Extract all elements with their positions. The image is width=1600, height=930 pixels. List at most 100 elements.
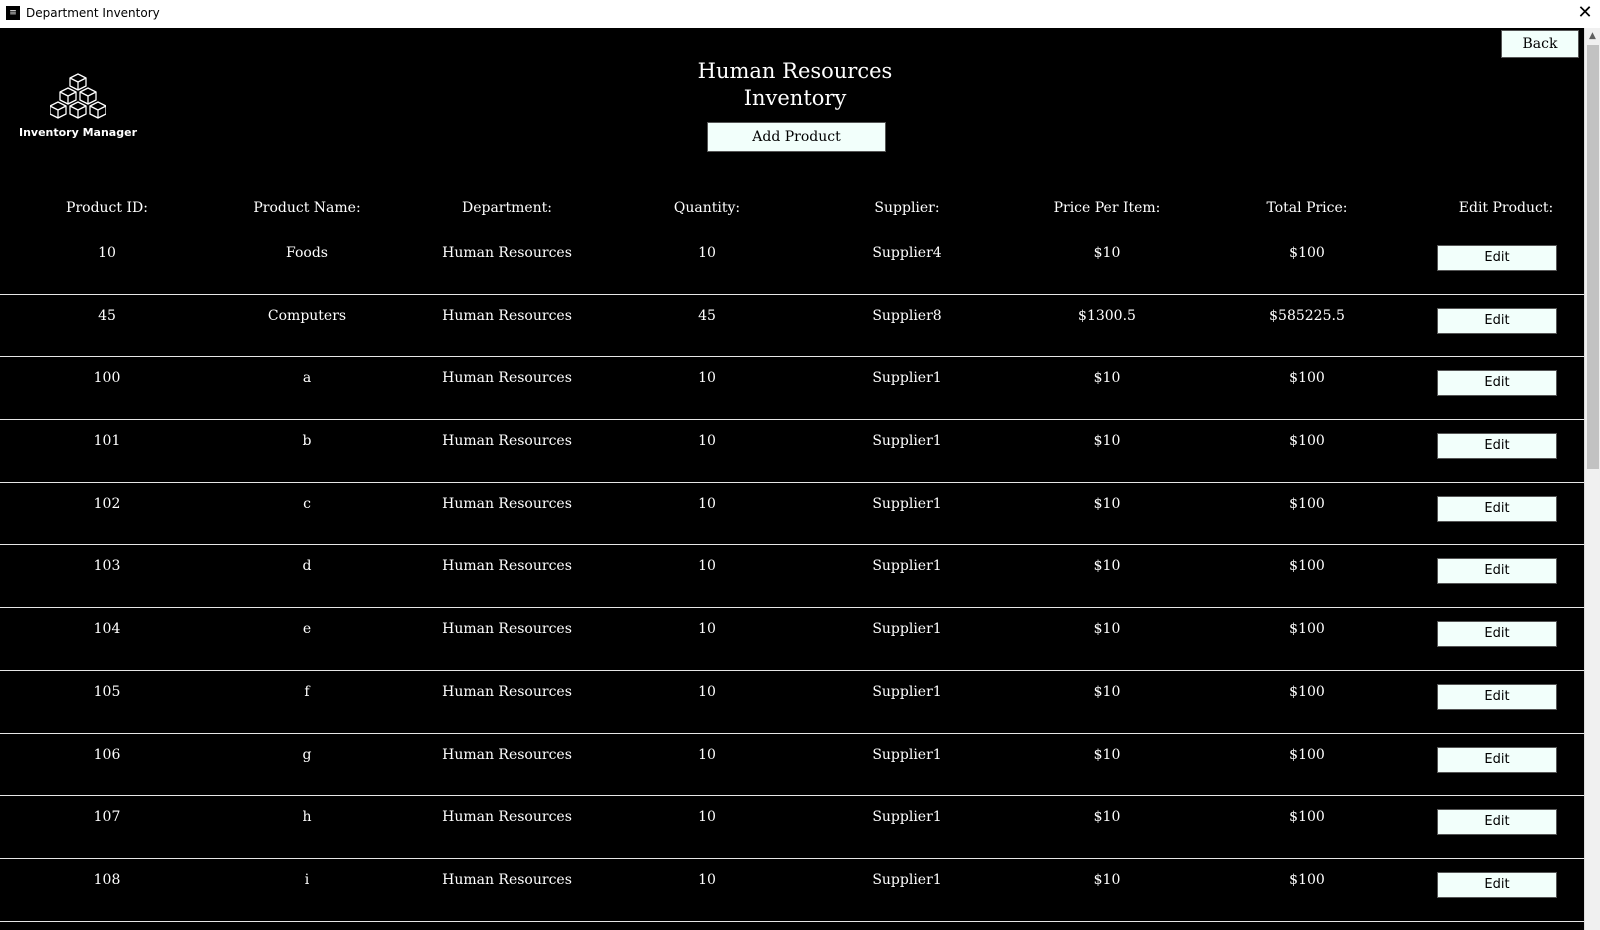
cell-total-price: $100: [1289, 433, 1325, 450]
edit-button[interactable]: Edit: [1437, 433, 1557, 460]
column-header-department: Department:: [461, 200, 553, 216]
column-header-price-per-item: Price Per Item:: [1053, 200, 1161, 216]
cell-product-id: 45: [98, 307, 116, 324]
app-icon: ≡: [6, 6, 20, 20]
cell-quantity: 10: [698, 558, 716, 575]
table-row: 102 c Human Resources 10 Supplier1 $10 $…: [0, 483, 1584, 546]
edit-button[interactable]: Edit: [1437, 746, 1557, 773]
table-row: 100 a Human Resources 10 Supplier1 $10 $…: [0, 357, 1584, 421]
cell-supplier: Supplier4: [872, 245, 942, 261]
table-row: 10 Foods Human Resources 10 Supplier4 $1…: [0, 232, 1584, 295]
column-header-edit-product: Edit Product:: [1458, 200, 1554, 216]
column-header-quantity: Quantity:: [673, 200, 741, 216]
logo-text: Inventory Manager: [18, 126, 137, 139]
cell-supplier: Supplier8: [872, 307, 942, 324]
edit-button[interactable]: Edit: [1437, 621, 1557, 648]
cell-supplier: Supplier1: [872, 433, 942, 450]
cell-price-per-item: $10: [1093, 746, 1121, 763]
cell-department: Human Resources: [442, 558, 572, 575]
cell-supplier: Supplier1: [872, 495, 942, 512]
cell-price-per-item: $10: [1093, 558, 1121, 575]
cell-product-name: e: [302, 621, 312, 638]
cell-total-price: $100: [1289, 683, 1325, 700]
cell-product-id: 107: [93, 809, 121, 826]
cell-department: Human Resources: [442, 433, 572, 450]
cell-department: Human Resources: [442, 495, 572, 512]
page-title: Human Resources Inventory: [600, 58, 990, 112]
cell-department: Human Resources: [442, 245, 572, 261]
cell-quantity: 10: [698, 621, 716, 638]
cell-department: Human Resources: [442, 307, 572, 324]
edit-button[interactable]: Edit: [1437, 871, 1557, 898]
cell-product-id: 105: [93, 683, 121, 700]
table-row: 45 Computers Human Resources 45 Supplier…: [0, 295, 1584, 358]
table-row: 104 e Human Resources 10 Supplier1 $10 $…: [0, 608, 1584, 671]
page-title-line2: Inventory: [743, 86, 847, 110]
cell-supplier: Supplier1: [872, 746, 942, 763]
table-header: Product ID: Product Name: Department: Qu…: [0, 200, 1584, 222]
table-row: 106 g Human Resources 10 Supplier1 $10 $…: [0, 734, 1584, 797]
cell-price-per-item: $10: [1093, 809, 1121, 826]
table-row: 107 h Human Resources 10 Supplier1 $10 $…: [0, 796, 1584, 859]
cell-product-id: 106: [93, 746, 121, 763]
cell-supplier: Supplier1: [872, 683, 942, 700]
cell-total-price: $100: [1289, 370, 1325, 387]
cell-product-name: b: [302, 433, 312, 450]
cell-product-name: a: [302, 370, 312, 387]
vertical-scrollbar[interactable]: ▲: [1584, 28, 1600, 930]
edit-button[interactable]: Edit: [1437, 245, 1557, 271]
department-inventory-window: ≡ Department Inventory ✕ Back Inventory …: [0, 0, 1600, 930]
edit-button[interactable]: Edit: [1437, 495, 1557, 522]
window-title: Department Inventory: [26, 6, 160, 20]
cell-price-per-item: $10: [1093, 621, 1121, 638]
column-header-supplier: Supplier:: [874, 200, 940, 216]
add-product-button[interactable]: Add Product: [707, 122, 886, 152]
cell-department: Human Resources: [442, 871, 572, 888]
cell-price-per-item: $10: [1093, 683, 1121, 700]
cell-price-per-item: $10: [1093, 245, 1121, 261]
table-row: 103 d Human Resources 10 Supplier1 $10 $…: [0, 545, 1584, 609]
scroll-up-arrow-icon[interactable]: ▲: [1585, 28, 1600, 44]
cell-product-id: 104: [93, 621, 121, 638]
cell-total-price: $100: [1289, 746, 1325, 763]
title-bar: ≡ Department Inventory ✕: [0, 0, 1600, 28]
cell-product-name: g: [302, 746, 312, 763]
cell-quantity: 10: [698, 809, 716, 826]
cell-price-per-item: $10: [1093, 370, 1121, 387]
edit-button[interactable]: Edit: [1437, 558, 1557, 585]
cell-product-id: 102: [93, 495, 121, 512]
edit-button[interactable]: Edit: [1437, 683, 1557, 710]
cell-supplier: Supplier1: [872, 871, 942, 888]
cell-product-name: Computers: [267, 307, 347, 324]
cell-quantity: 10: [698, 683, 716, 700]
table-row: 101 b Human Resources 10 Supplier1 $10 $…: [0, 420, 1584, 483]
cell-total-price: $100: [1289, 245, 1325, 261]
page-title-line1: Human Resources: [697, 59, 893, 83]
cell-product-name: Foods: [286, 245, 328, 261]
column-header-total-price: Total Price:: [1266, 200, 1348, 216]
cell-price-per-item: $10: [1093, 871, 1121, 888]
cell-supplier: Supplier1: [872, 558, 942, 575]
cell-product-name: f: [304, 683, 310, 700]
logo: Inventory Manager: [18, 72, 138, 146]
cell-department: Human Resources: [442, 809, 572, 826]
cell-department: Human Resources: [442, 683, 572, 700]
table-row: 105 f Human Resources 10 Supplier1 $10 $…: [0, 671, 1584, 734]
edit-button[interactable]: Edit: [1437, 307, 1557, 334]
cell-quantity: 10: [698, 433, 716, 450]
cell-quantity: 10: [698, 245, 716, 261]
cell-total-price: $100: [1289, 871, 1325, 888]
cell-product-name: i: [304, 871, 310, 888]
edit-button[interactable]: Edit: [1437, 809, 1557, 836]
scrollbar-thumb[interactable]: [1587, 45, 1599, 469]
back-button[interactable]: Back: [1501, 30, 1579, 58]
cell-product-id: 101: [93, 433, 121, 450]
cell-supplier: Supplier1: [872, 809, 942, 826]
cell-total-price: $100: [1289, 621, 1325, 638]
cell-quantity: 10: [698, 746, 716, 763]
edit-button[interactable]: Edit: [1437, 370, 1557, 397]
cell-product-id: 108: [93, 871, 121, 888]
cell-supplier: Supplier1: [872, 621, 942, 638]
cell-total-price: $100: [1289, 495, 1325, 512]
close-icon[interactable]: ✕: [1570, 0, 1600, 28]
